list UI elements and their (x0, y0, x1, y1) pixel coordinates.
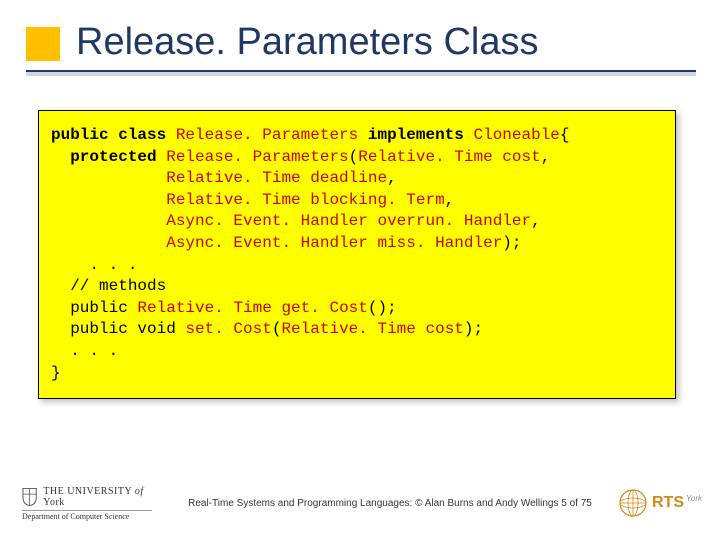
code-line: Async. Event. Handler miss. Handler); (51, 233, 663, 255)
globe-icon (618, 488, 648, 518)
code-line: . . . (51, 255, 663, 277)
rts-label: RTS (652, 494, 684, 511)
slide-title: Release. Parameters Class (76, 21, 539, 64)
code-text (51, 191, 166, 209)
code-ident: get. Cost (281, 299, 367, 317)
uoy-text-a: THE UNIVERSITY (43, 486, 132, 497)
code-ident: overrun. Handler (377, 212, 531, 230)
code-ident: miss. Handler (377, 234, 502, 252)
bullet-icon (26, 27, 60, 61)
code-line: . . . (51, 341, 663, 363)
code-text: ); (502, 234, 521, 252)
code-text: { (560, 126, 570, 144)
rts-logo: RTSYork (618, 488, 702, 518)
code-text (493, 148, 503, 166)
code-text: ( (349, 148, 359, 166)
code-keyword: protected (51, 148, 166, 166)
code-ident: Release. Parameters (166, 148, 348, 166)
code-ident: Release. Parameters (176, 126, 358, 144)
code-text: ); (464, 320, 483, 338)
code-text: public void (51, 320, 185, 338)
slide: Release. Parameters Class public class R… (0, 0, 720, 540)
code-ident: Relative. Time (281, 320, 415, 338)
code-text: public (51, 299, 137, 317)
title-row: Release. Parameters Class (26, 10, 700, 74)
university-logo: THE UNIVERSITY of York Department of Com… (22, 486, 162, 521)
code-text: ( (272, 320, 282, 338)
code-ident: set. Cost (185, 320, 271, 338)
footer: THE UNIVERSITY of York Department of Com… (0, 478, 720, 528)
code-ident: Async. Event. Handler (166, 212, 368, 230)
code-keyword: public class (51, 126, 176, 144)
code-text (51, 234, 166, 252)
code-line: public class Release. Parameters impleme… (51, 125, 663, 147)
code-ident: blocking. Term (310, 191, 444, 209)
title-underline-shadow (26, 72, 696, 76)
shield-icon (22, 487, 37, 507)
rts-text: RTSYork (652, 495, 702, 511)
code-ident: Relative. Time (166, 191, 300, 209)
university-logo-top: THE UNIVERSITY of York (22, 486, 162, 508)
code-text: , (387, 169, 397, 187)
code-text (272, 299, 282, 317)
code-keyword: implements (358, 126, 473, 144)
uoy-text-c: York (43, 497, 65, 508)
code-text (51, 169, 166, 187)
code-ident: Relative. Time (166, 169, 300, 187)
code-text (51, 212, 166, 230)
code-ident: Cloneable (473, 126, 559, 144)
code-ident: Relative. Time (137, 299, 271, 317)
code-line: protected Release. Parameters(Relative. … (51, 147, 663, 169)
code-ident: Async. Event. Handler (166, 234, 368, 252)
code-ident: cost (425, 320, 463, 338)
code-text: , (445, 191, 455, 209)
code-text (301, 169, 311, 187)
uoy-text-b: of (135, 486, 144, 497)
university-name: THE UNIVERSITY of York (43, 486, 162, 508)
rts-york: York (686, 494, 702, 503)
code-line: // methods (51, 276, 663, 298)
code-line: } (51, 363, 663, 385)
footer-text: Real-Time Systems and Programming Langua… (162, 498, 618, 509)
code-line: public void set. Cost(Relative. Time cos… (51, 319, 663, 341)
code-text: (); (368, 299, 397, 317)
code-ident: cost (502, 148, 540, 166)
code-line: Async. Event. Handler overrun. Handler, (51, 211, 663, 233)
department-name: Department of Computer Science (22, 510, 152, 521)
code-block: public class Release. Parameters impleme… (38, 110, 676, 399)
code-text: , (541, 148, 551, 166)
code-ident: deadline (310, 169, 387, 187)
code-line: Relative. Time deadline, (51, 168, 663, 190)
code-ident: Relative. Time (358, 148, 492, 166)
code-line: public Relative. Time get. Cost(); (51, 298, 663, 320)
code-line: Relative. Time blocking. Term, (51, 190, 663, 212)
code-text: , (531, 212, 541, 230)
code-text (301, 191, 311, 209)
